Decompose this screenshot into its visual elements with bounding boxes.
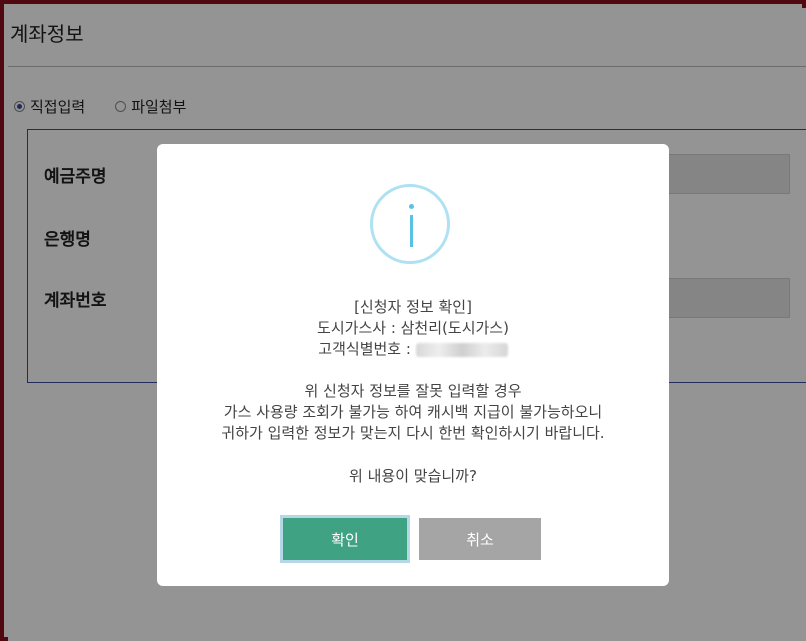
- redacted-customer-id: [415, 342, 508, 357]
- confirm-button[interactable]: 확인: [283, 518, 407, 560]
- confirm-dialog: [신청자 정보 확인] 도시가스사 : 삼천리(도시가스) 고객식별번호 : 위…: [157, 144, 669, 586]
- customer-id-line: 고객식별번호 :: [157, 340, 669, 359]
- warning-line-2: 가스 사용량 조회가 불가능 하여 캐시백 지급이 불가능하오니: [223, 403, 603, 421]
- customer-id-label: 고객식별번호 :: [318, 340, 411, 358]
- info-icon: [370, 184, 450, 264]
- dialog-heading: [신청자 정보 확인]: [354, 298, 472, 316]
- gas-company-line: 도시가스사 : 삼천리(도시가스): [317, 319, 509, 337]
- confirm-question: 위 내용이 맞습니까?: [349, 467, 477, 485]
- warning-line-1: 위 신청자 정보를 잘못 입력할 경우: [304, 382, 522, 400]
- cancel-button[interactable]: 취소: [419, 518, 541, 560]
- warning-line-3: 귀하가 입력한 정보가 맞는지 다시 한번 확인하시기 바랍니다.: [221, 424, 605, 442]
